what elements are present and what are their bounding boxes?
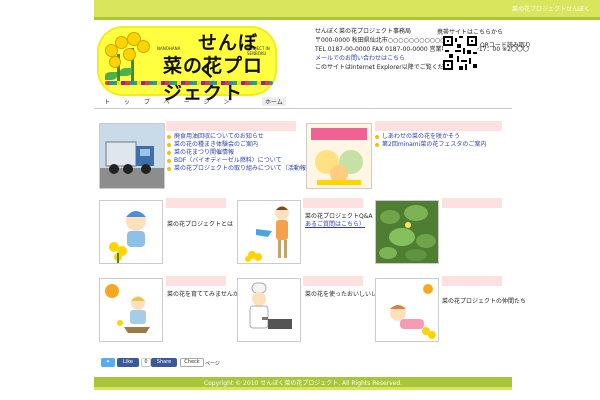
breadcrumb: ト ッ プ ペ ー ジ ＞ ホーム (94, 94, 512, 109)
field-photo[interactable] (375, 200, 439, 264)
girl-sun-illustration[interactable] (99, 278, 163, 342)
qr-code (443, 36, 477, 70)
footer-accent (94, 387, 512, 390)
breadcrumb-home[interactable]: ト ッ プ ペ ー ジ ＞ (104, 97, 235, 106)
child-with-flower-icon (390, 284, 436, 339)
logo-dot-border (105, 81, 273, 85)
event-item[interactable]: 第2回minami菜の花フェスタのご案内 (375, 141, 486, 149)
flower-icon (123, 48, 136, 61)
event-item[interactable]: しあわせの菜の花を咲かそう (375, 133, 486, 141)
flyer-illustration (307, 124, 371, 188)
panel-header (442, 276, 502, 286)
boy-with-flowers-icon (109, 211, 146, 263)
like-count-value: 0 (144, 359, 148, 365)
top-bar: 菜の花プロジェクトせんぼく (94, 0, 600, 17)
panel-header (442, 198, 502, 208)
chef-cooking-icon (249, 282, 292, 329)
boy-illustration[interactable] (99, 200, 163, 264)
qr-side-text: QRコード読み取り (480, 42, 531, 49)
watering-person-icon (245, 206, 289, 262)
like-label: Like (123, 359, 133, 365)
grow-link[interactable]: 菜の花を育ててみませんか (167, 289, 239, 298)
child-flower-illustration[interactable] (375, 278, 439, 342)
truck-illustration (100, 124, 164, 188)
tweet-button[interactable]: ✦ (101, 358, 115, 367)
twitter-icon: ✦ (105, 359, 111, 365)
chef-illustration[interactable] (237, 278, 301, 342)
event-list: しあわせの菜の花を咲かそう 第2回minami菜の花フェスタのご案内 (375, 133, 486, 149)
contact-link[interactable]: メールでのお問い合わせはこちら (315, 54, 515, 63)
copyright: Copyright © 2010 せんぼく菜の花プロジェクト. All Righ… (203, 380, 403, 387)
panel-header (303, 198, 363, 208)
info-line: このサイトはInternet Explorer以降でご覧ください（推奨） (315, 64, 480, 71)
faq-link[interactable]: あるご質問はこちら） (305, 219, 365, 228)
panel-header (166, 276, 226, 286)
top-bar-text: 菜の花プロジェクトせんぼく (511, 6, 590, 13)
breadcrumb-current: ホーム (262, 97, 286, 106)
page-top-link[interactable]: ページ (205, 360, 220, 367)
site-logo[interactable]: NANOHANA PROJECT IN SENBOKU せんぼく 菜の花プロジェ… (97, 26, 277, 104)
logo-leaf (120, 68, 132, 76)
flower-icon (137, 40, 150, 53)
leaves-photo (376, 201, 438, 263)
watering-illustration[interactable] (237, 200, 301, 264)
share-label: Share (156, 359, 172, 365)
panel-header (166, 198, 226, 208)
check-label: Check (184, 359, 200, 365)
like-button[interactable]: Like (117, 358, 139, 367)
about-link[interactable]: 菜の花プロジェクトとは (167, 219, 233, 228)
logo-leaf (105, 72, 117, 80)
qr-label: 携帯サイトはこちらから (437, 29, 504, 36)
girl-with-sun-icon (105, 284, 150, 333)
members-link[interactable]: 菜の花プロジェクトの仲間たち (442, 296, 526, 305)
panel-header (375, 121, 502, 131)
panel-header (166, 121, 296, 131)
truck-image[interactable] (99, 123, 165, 189)
share-button[interactable]: Share (151, 358, 177, 367)
flower-icon (109, 56, 121, 68)
like-count: 0 (141, 358, 151, 367)
panel-header (303, 276, 363, 286)
happiness-flyer-image[interactable] (306, 123, 372, 189)
check-button[interactable]: Check (180, 358, 204, 367)
